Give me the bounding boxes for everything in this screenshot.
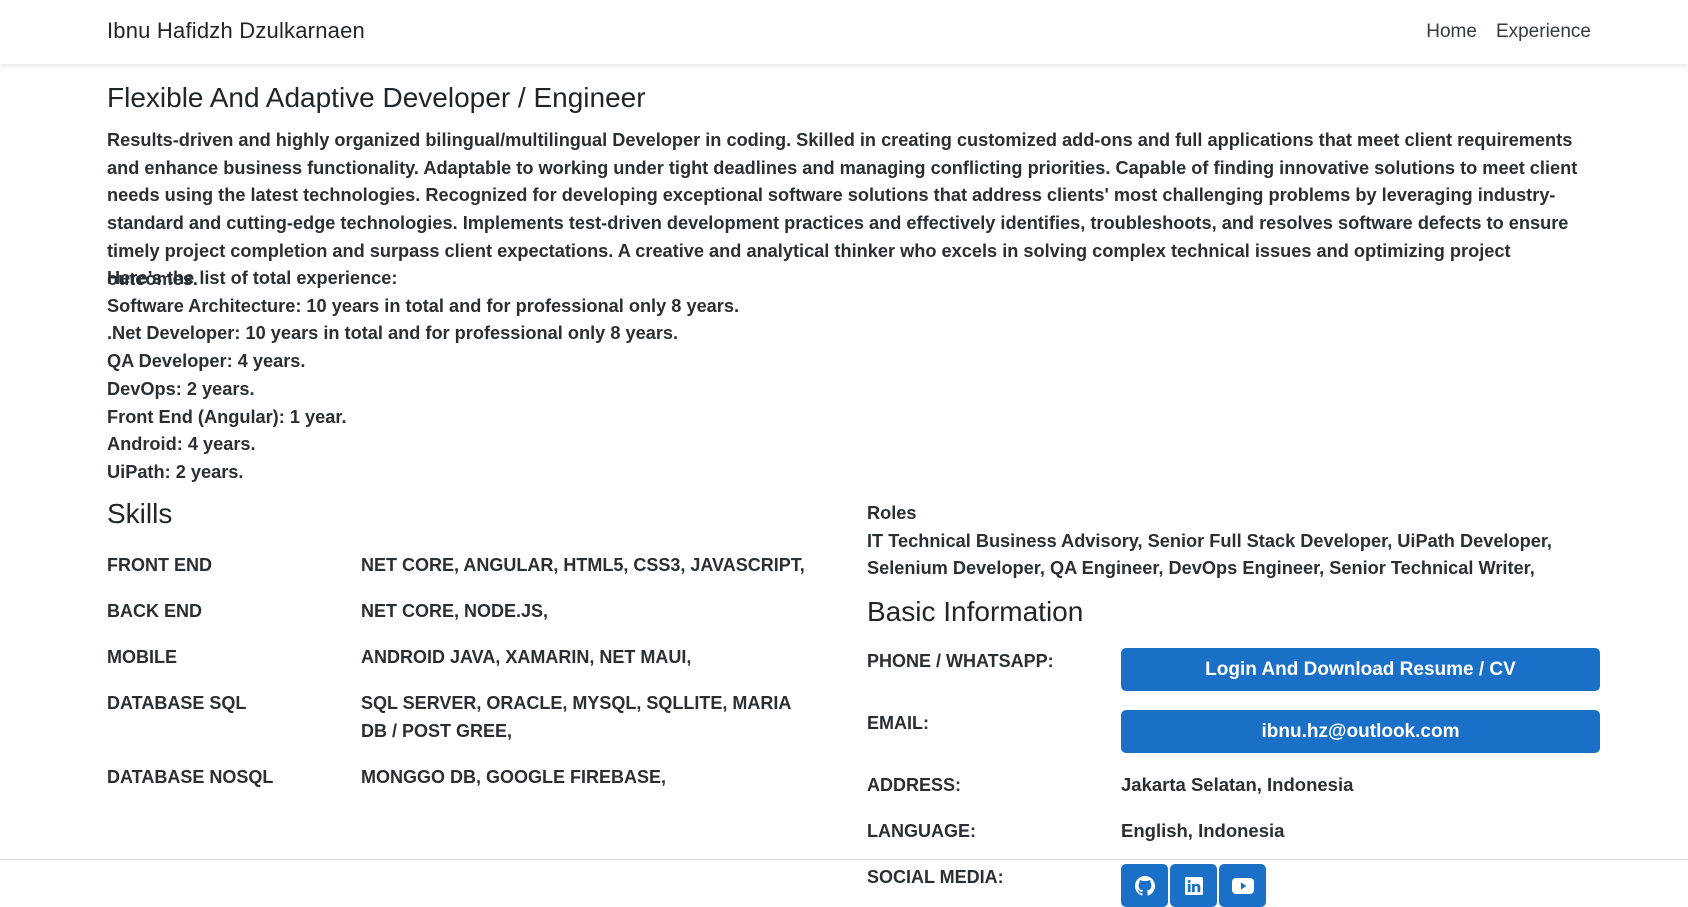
social-media-buttons (1121, 864, 1266, 907)
experience-item: Front End (Angular): 1 year. (107, 406, 347, 427)
roles-label: Roles (867, 503, 917, 523)
experience-intro: Here’s the list of total experience: (107, 268, 398, 288)
experience-item: Software Architecture: 10 years in total… (107, 295, 740, 316)
experience-item: DevOps: 2 years. (107, 378, 255, 399)
skill-row: MOBILE ANDROID JAVA, XAMARIN, NET MAUI, (107, 643, 827, 671)
profile-headline: Flexible And Adaptive Developer / Engine… (107, 82, 646, 113)
experience-item: .Net Developer: 10 years in total and fo… (107, 323, 679, 344)
github-button[interactable] (1121, 864, 1168, 907)
top-navbar: Ibnu Hafidzh Dzulkarnaen Home Experience (0, 0, 1688, 64)
experience-item: UiPath: 2 years. (107, 461, 244, 482)
email-button[interactable]: ibnu.hz@outlook.com (1121, 710, 1600, 753)
skill-value: ANDROID JAVA, XAMARIN, NET MAUI, (361, 647, 692, 667)
footer-divider (0, 859, 1688, 860)
skill-value: MONGGO DB, GOOGLE FIREBASE, (361, 767, 667, 787)
skill-row: FRONT END NET CORE, ANGULAR, HTML5, CSS3… (107, 551, 827, 579)
linkedin-button[interactable] (1170, 864, 1217, 907)
skill-category: MOBILE (107, 647, 177, 667)
skill-category: DATABASE SQL (107, 693, 247, 713)
skill-row: DATABASE SQL SQL SERVER, ORACLE, MYSQL, … (107, 689, 827, 745)
roles-section: Roles IT Technical Business Advisory, Se… (867, 500, 1587, 583)
experience-list: Here’s the list of total experience: Sof… (107, 265, 739, 487)
language-value: English, Indonesia (1121, 820, 1285, 841)
skill-category: DATABASE NOSQL (107, 767, 274, 787)
linkedin-icon (1184, 876, 1203, 895)
skill-value: SQL SERVER, ORACLE, MYSQL, SQLLITE, MARI… (361, 693, 791, 741)
nav-home-link[interactable]: Home (1426, 21, 1477, 43)
download-resume-button[interactable]: Login And Download Resume / CV (1121, 648, 1600, 691)
youtube-icon (1231, 877, 1254, 894)
skill-value: NET CORE, ANGULAR, HTML5, CSS3, JAVASCRI… (361, 555, 805, 575)
address-label: ADDRESS: (867, 775, 962, 795)
skill-category: FRONT END (107, 555, 212, 575)
nav-experience-link[interactable]: Experience (1496, 21, 1591, 43)
skill-row: BACK END NET CORE, NODE.JS, (107, 597, 827, 625)
language-label: LANGUAGE: (867, 821, 976, 841)
address-value: Jakarta Selatan, Indonesia (1121, 774, 1354, 795)
youtube-button[interactable] (1219, 864, 1266, 907)
experience-item: QA Developer: 4 years. (107, 351, 306, 372)
skill-row: DATABASE NOSQL MONGGO DB, GOOGLE FIREBAS… (107, 763, 827, 791)
social-media-label: SOCIAL MEDIA: (867, 867, 1004, 887)
github-icon (1134, 875, 1155, 896)
phone-label: PHONE / WHATSAPP: (867, 651, 1054, 671)
experience-item: Android: 4 years. (107, 434, 256, 455)
roles-value: IT Technical Business Advisory, Senior F… (867, 530, 1552, 579)
skills-title: Skills (107, 498, 173, 529)
skill-value: NET CORE, NODE.JS, (361, 601, 549, 621)
skill-category: BACK END (107, 601, 203, 621)
email-label: EMAIL: (867, 713, 929, 733)
nav-links: Home Experience (1426, 21, 1591, 43)
brand-name[interactable]: Ibnu Hafidzh Dzulkarnaen (107, 18, 365, 44)
basic-info-title: Basic Information (867, 596, 1084, 627)
